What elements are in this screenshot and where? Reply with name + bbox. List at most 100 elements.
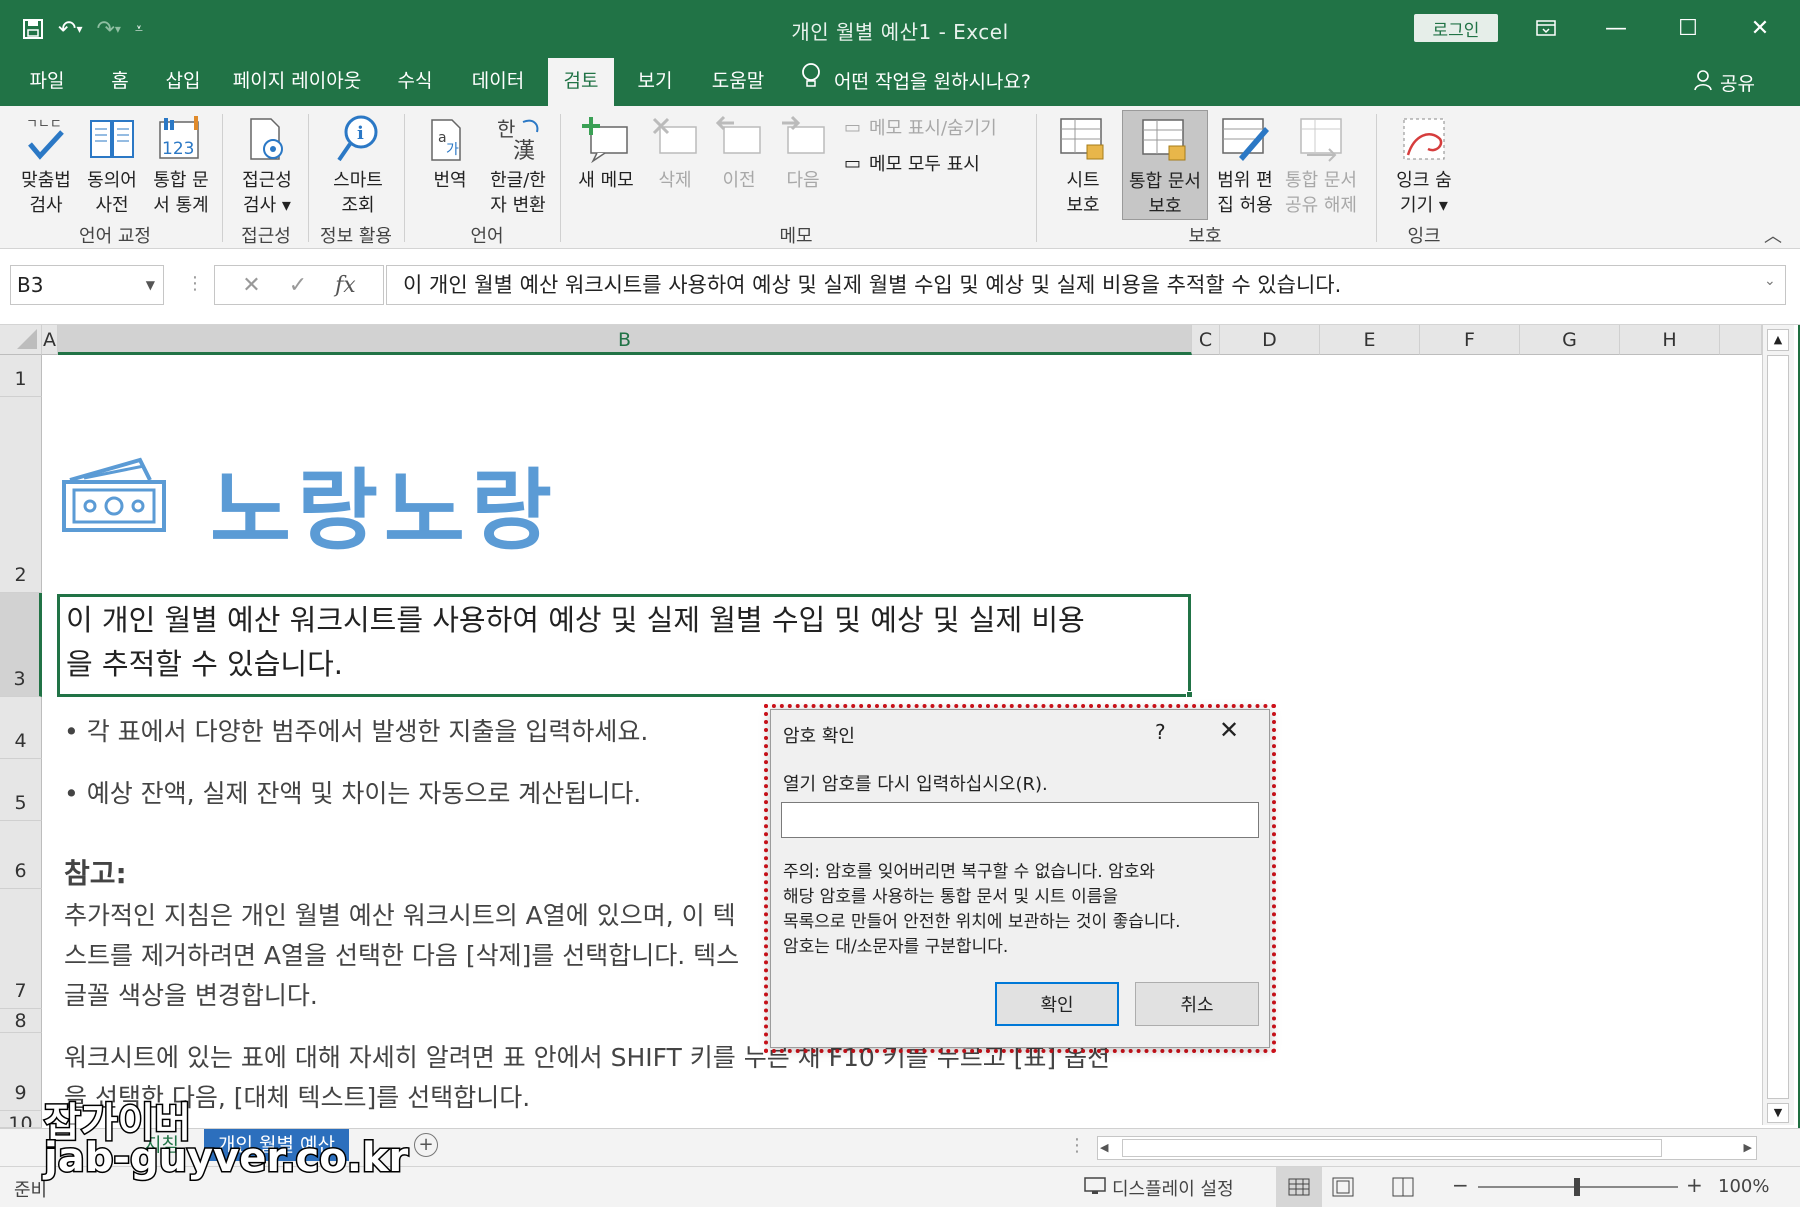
thesaurus-book-icon [80, 110, 144, 168]
row-header-6[interactable]: 6 [0, 821, 42, 889]
protect-workbook-button[interactable]: 통합 문서 보호 [1122, 110, 1208, 220]
normal-view-icon[interactable] [1276, 1167, 1322, 1207]
expand-formula-bar-icon[interactable]: ⌄ [1764, 273, 1776, 289]
tab-view[interactable]: 보기 [622, 58, 688, 106]
hide-ink-button[interactable]: 잉크 숨 기기 ▾ [1388, 110, 1460, 218]
workbook-statistics-button[interactable]: 123 통합 문서 통계 [146, 110, 216, 218]
vertical-scrollbar[interactable]: ▲ ▼ [1762, 325, 1794, 1125]
column-header-a[interactable]: A [42, 325, 58, 355]
share-button[interactable]: 공유 [1694, 58, 1755, 106]
row-header-2[interactable]: 2 [0, 397, 42, 593]
column-header-b[interactable]: B [58, 325, 1192, 355]
confirm-entry-icon[interactable]: ✓ [289, 273, 307, 298]
check-accessibility-button[interactable]: 접근성 검사 ▾ [228, 110, 306, 218]
show-hide-comment-button[interactable]: ▭ 메모 표시/숨기기 [844, 114, 997, 140]
scroll-down-icon[interactable]: ▼ [1767, 1103, 1789, 1123]
dialog-close-icon[interactable]: ✕ [1219, 716, 1239, 744]
collapse-ribbon-icon[interactable]: ︿ [1764, 222, 1782, 248]
translate-button[interactable]: a가 번역 [418, 110, 482, 193]
zoom-level[interactable]: 100% [1718, 1176, 1769, 1197]
scroll-right-icon[interactable]: ▶ [1744, 1137, 1752, 1159]
proofing-group-label: 언어 교정 [79, 226, 151, 247]
allow-edit-ranges-button[interactable]: 범위 편집 허용 [1212, 110, 1278, 218]
row-header-8[interactable]: 8 [0, 1009, 42, 1033]
protect-sheet-button[interactable]: 시트 보호 [1050, 110, 1116, 218]
scroll-thumb[interactable] [1767, 355, 1789, 1099]
help-icon[interactable]: ? [1155, 720, 1166, 744]
display-settings-button[interactable]: 디스플레이 설정 [1084, 1175, 1234, 1201]
cancel-button[interactable]: 취소 [1135, 982, 1259, 1026]
row-header-9[interactable]: 9 [0, 1033, 42, 1111]
minimize-icon[interactable]: — [1586, 10, 1646, 46]
row-header-5[interactable]: 5 [0, 759, 42, 821]
password-input[interactable] [781, 802, 1259, 838]
column-header-f[interactable]: F [1420, 325, 1520, 355]
column-header-h[interactable]: H [1620, 325, 1720, 355]
tell-me-search[interactable]: 어떤 작업을 원하시나요? [800, 58, 1031, 106]
column-header-blank [1720, 325, 1762, 355]
maximize-icon[interactable]: ☐ [1658, 10, 1718, 46]
money-icon [60, 454, 170, 538]
row-header-7[interactable]: 7 [0, 889, 42, 1009]
thesaurus-button[interactable]: 동의어 사전 [80, 110, 144, 218]
cancel-entry-icon[interactable]: ✕ [242, 273, 260, 298]
comment-small-icon: ▭ [844, 116, 862, 138]
zoom-in-icon[interactable]: + [1686, 1173, 1703, 1197]
delete-comment-button[interactable]: 삭제 [642, 110, 708, 193]
column-header-d[interactable]: D [1220, 325, 1320, 355]
tab-home[interactable]: 홈 [92, 58, 148, 106]
tab-review[interactable]: 검토 [548, 58, 614, 106]
zoom-slider[interactable] [1478, 1178, 1678, 1196]
tab-insert[interactable]: 삽입 [150, 58, 216, 106]
new-comment-button[interactable]: 새 메모 [568, 110, 644, 193]
ribbon-tabs: 파일 홈 삽입 페이지 레이아웃 수식 데이터 검토 보기 도움말 어떤 작업을… [0, 58, 1800, 106]
formula-input[interactable]: 이 개인 월별 예산 워크시트를 사용하여 예상 및 실제 월별 수입 및 예상… [386, 265, 1786, 305]
svg-text:ㄱㄴㄷ: ㄱㄴㄷ [26, 117, 62, 132]
spelling-button[interactable]: ㄱㄴㄷ 맞춤법 검사 [14, 110, 78, 218]
column-header-c[interactable]: C [1192, 325, 1220, 355]
tell-me-label: 어떤 작업을 원하시나요? [834, 71, 1031, 93]
share-label: 공유 [1720, 72, 1755, 95]
tab-help[interactable]: 도움말 [696, 58, 780, 106]
tab-page-layout[interactable]: 페이지 레이아웃 [222, 58, 372, 106]
unshare-workbook-button[interactable]: 통합 문서 공유 해제 [1280, 110, 1362, 218]
tab-split-grip-icon[interactable]: ⋮ [1068, 1135, 1086, 1156]
ok-button[interactable]: 확인 [995, 982, 1119, 1026]
ribbon-separator [308, 114, 309, 242]
scroll-left-icon[interactable]: ◀ [1100, 1137, 1108, 1159]
previous-comment-button[interactable]: 이전 [706, 110, 772, 193]
select-all-corner[interactable] [0, 325, 42, 355]
next-comment-button[interactable]: 다음 [770, 110, 836, 193]
svg-text:123: 123 [162, 139, 194, 159]
show-all-comments-button[interactable]: ▭ 메모 모두 표시 [844, 150, 980, 176]
column-header-e[interactable]: E [1320, 325, 1420, 355]
horizontal-scrollbar[interactable]: ◀ ▶ [1097, 1136, 1757, 1160]
scroll-up-icon[interactable]: ▲ [1767, 329, 1789, 351]
zoom-out-icon[interactable]: − [1452, 1173, 1469, 1197]
hangul-hanja-button[interactable]: 한漢 한글/한 자 변환 [482, 110, 554, 218]
comment-small-icon: ▭ [844, 152, 862, 174]
row-header-10[interactable]: 10 [0, 1111, 42, 1128]
hangul-hanja-icon: 한漢 [482, 110, 554, 168]
name-box[interactable]: B3 ▼ [10, 265, 164, 305]
row-header-4[interactable]: 4 [0, 697, 42, 759]
horizontal-scroll-thumb[interactable] [1122, 1139, 1662, 1157]
column-header-g[interactable]: G [1520, 325, 1620, 355]
chevron-down-icon[interactable]: ▼ [146, 266, 155, 304]
smart-lookup-button[interactable]: i 스마트 조회 [316, 110, 400, 218]
cell-b4-text: • 각 표에서 다양한 범주에서 발생한 지출을 입력하세요. [64, 717, 649, 746]
row-header-3[interactable]: 3 [0, 593, 42, 697]
tab-formulas[interactable]: 수식 [382, 58, 448, 106]
login-button[interactable]: 로그인 [1414, 14, 1498, 42]
page-break-view-icon[interactable] [1392, 1177, 1414, 1202]
tab-data[interactable]: 데이터 [458, 58, 538, 106]
zoom-slider-thumb[interactable] [1574, 1178, 1580, 1196]
close-icon[interactable]: ✕ [1730, 10, 1790, 46]
insert-function-icon[interactable]: fx [335, 273, 356, 298]
page-layout-view-icon[interactable] [1332, 1177, 1354, 1202]
ribbon-display-options-icon[interactable] [1516, 10, 1576, 46]
add-sheet-icon[interactable]: + [414, 1133, 438, 1157]
row-header-1[interactable]: 1 [0, 355, 42, 397]
fill-handle[interactable] [1186, 691, 1193, 698]
tab-file[interactable]: 파일 [12, 58, 82, 106]
